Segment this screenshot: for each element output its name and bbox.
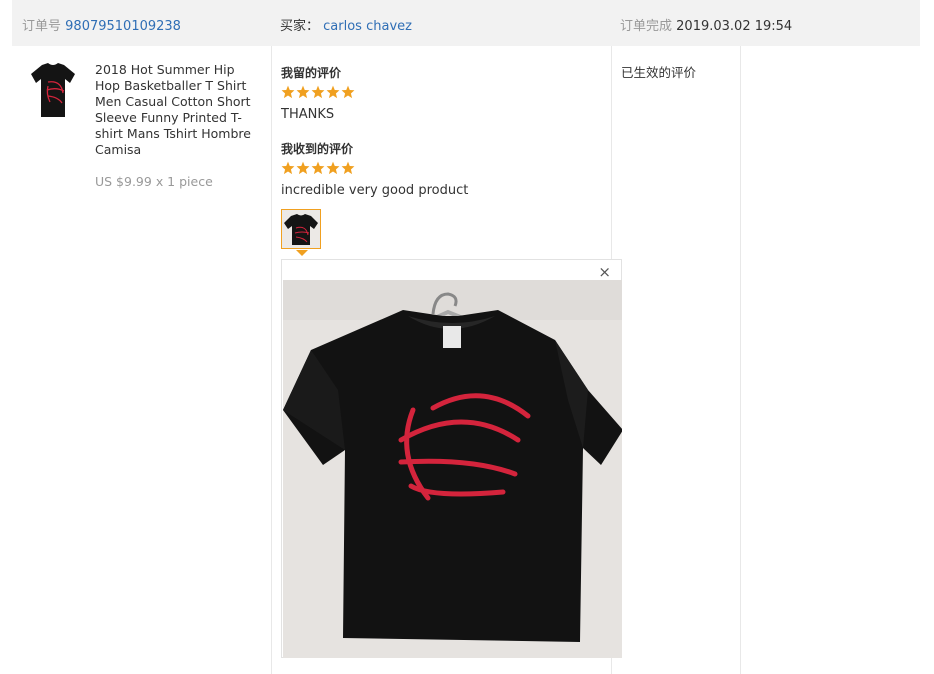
my-review-heading: 我留的评价 bbox=[281, 66, 342, 80]
star-icon bbox=[281, 85, 295, 99]
order-number-cell: 订单号 98079510109238 bbox=[22, 15, 181, 34]
buyer-cell: 买家： carlos chavez bbox=[280, 15, 412, 34]
received-review-stars bbox=[281, 161, 355, 177]
product-price: US $9.99 x 1 piece bbox=[95, 174, 213, 189]
photo-preview-panel: × bbox=[281, 259, 622, 658]
completed-label: 订单完成 bbox=[620, 19, 673, 34]
star-icon bbox=[296, 85, 310, 99]
star-icon bbox=[326, 85, 340, 99]
order-review-page: 订单号 98079510109238 买家： carlos chavez 订单完… bbox=[0, 0, 934, 674]
completed-time: 2019.03.02 19:54 bbox=[676, 19, 793, 34]
star-icon bbox=[326, 161, 340, 175]
my-review-stars bbox=[281, 85, 355, 101]
star-icon bbox=[311, 85, 325, 99]
close-icon[interactable]: × bbox=[598, 264, 611, 280]
review-status: 已生效的评价 bbox=[621, 65, 697, 80]
star-icon bbox=[311, 161, 325, 175]
buyer-label: 买家： bbox=[280, 19, 320, 34]
completed-cell: 订单完成 2019.03.02 19:54 bbox=[620, 15, 792, 34]
column-divider bbox=[271, 46, 272, 674]
buyer-name-link[interactable]: carlos chavez bbox=[323, 19, 412, 34]
column-divider bbox=[740, 46, 741, 674]
product-title-link[interactable]: 2018 Hot Summer Hip Hop Basketballer T S… bbox=[95, 62, 260, 158]
order-header: 订单号 98079510109238 买家： carlos chavez 订单完… bbox=[12, 0, 920, 46]
star-icon bbox=[341, 161, 355, 175]
product-thumbnail[interactable] bbox=[28, 60, 78, 120]
tshirt-photo-thumb-icon bbox=[282, 210, 320, 248]
review-photo-thumbnail[interactable] bbox=[281, 209, 321, 249]
tshirt-photo bbox=[283, 280, 622, 658]
star-icon bbox=[281, 161, 295, 175]
my-review-text: THANKS bbox=[281, 107, 335, 122]
tshirt-thumbnail-icon bbox=[31, 63, 75, 117]
star-icon bbox=[341, 85, 355, 99]
order-number-link[interactable]: 98079510109238 bbox=[65, 19, 181, 34]
received-review-text: incredible very good product bbox=[281, 183, 469, 198]
order-number-label: 订单号 bbox=[22, 19, 62, 34]
thumbnail-pointer bbox=[296, 250, 308, 256]
star-icon bbox=[296, 161, 310, 175]
received-review-heading: 我收到的评价 bbox=[281, 142, 354, 156]
